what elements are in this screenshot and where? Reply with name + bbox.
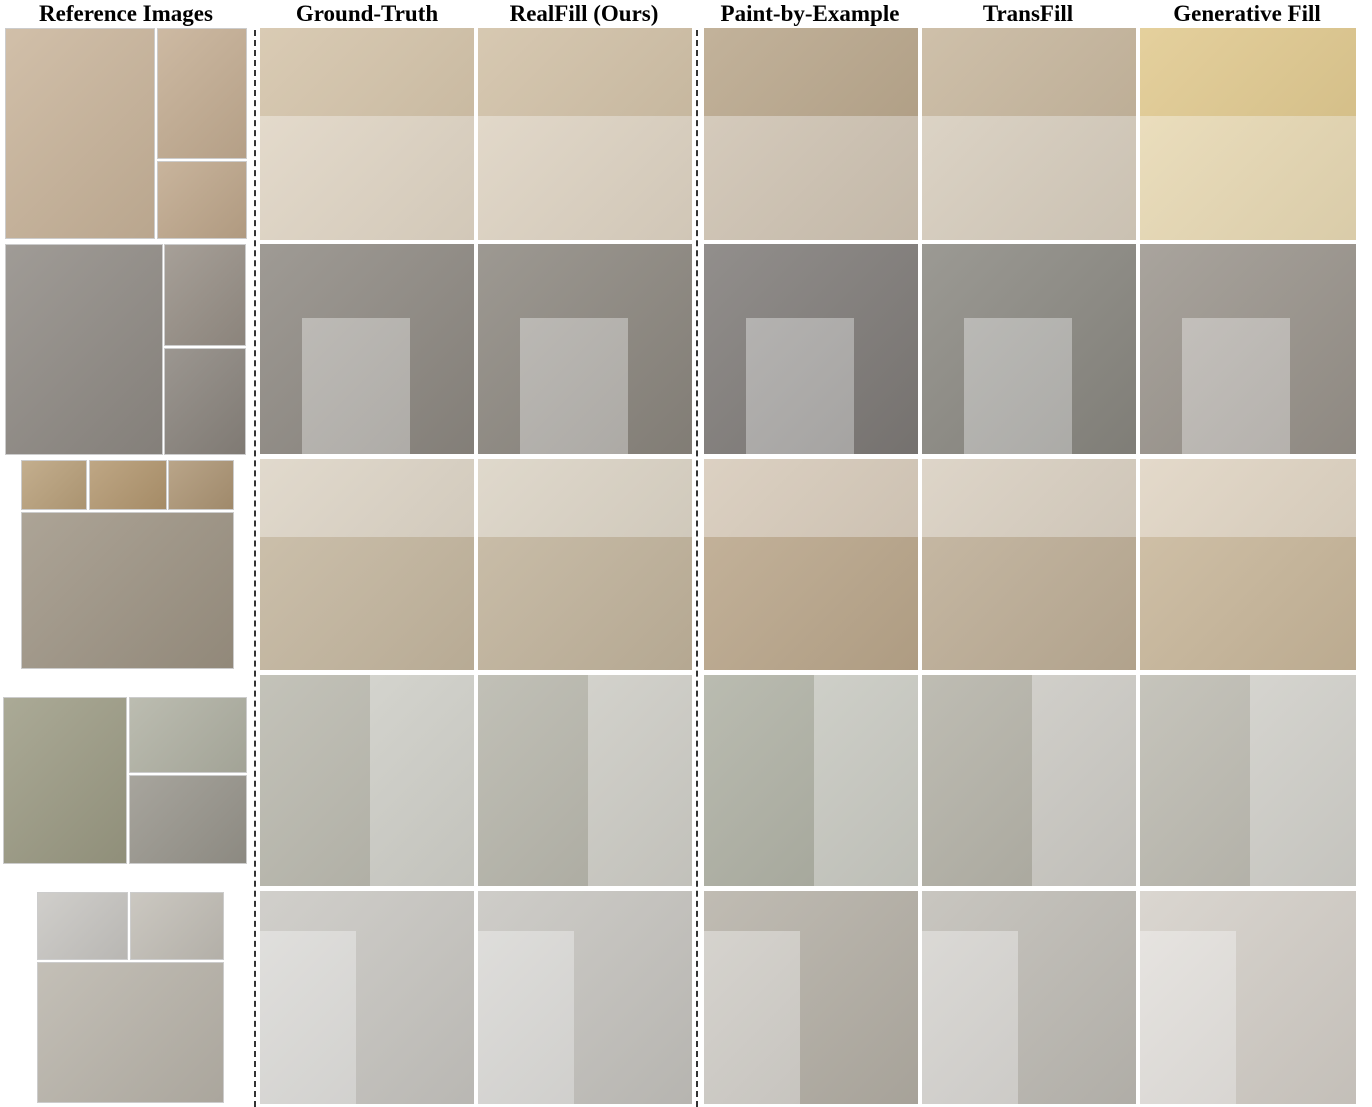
paint-by-example-image-row5 bbox=[704, 891, 918, 1104]
reference-image-row1-b bbox=[157, 161, 247, 239]
header-reference-images: Reference Images bbox=[39, 1, 213, 26]
reference-image-row4-main bbox=[3, 697, 127, 864]
header-paint-by-example: Paint-by-Example bbox=[720, 1, 900, 26]
transfill-image-row4 bbox=[922, 675, 1136, 886]
reference-image-row2-b bbox=[164, 348, 246, 455]
paint-by-example-image-row4 bbox=[704, 675, 918, 886]
realfill-image-row4 bbox=[478, 675, 692, 886]
header-ground-truth: Ground-Truth bbox=[295, 1, 439, 26]
reference-image-row5-b bbox=[130, 892, 224, 960]
reference-image-row4-a bbox=[129, 697, 247, 773]
reference-image-row3-c bbox=[168, 460, 234, 510]
header-realfill: RealFill (Ours) bbox=[509, 1, 659, 26]
generative-fill-image-row4 bbox=[1140, 675, 1356, 886]
separator-baselines bbox=[696, 30, 698, 1107]
separator-reference bbox=[254, 30, 256, 1107]
reference-image-row1-main bbox=[5, 28, 155, 239]
generative-fill-image-row5 bbox=[1140, 891, 1356, 1104]
transfill-image-row1 bbox=[922, 28, 1136, 240]
header-generative-fill: Generative Fill bbox=[1173, 1, 1321, 26]
ground-truth-image-row2 bbox=[260, 244, 474, 454]
reference-image-row4-b bbox=[129, 775, 247, 864]
reference-image-row3-main bbox=[21, 512, 234, 669]
realfill-image-row3 bbox=[478, 459, 692, 670]
reference-image-row2-a bbox=[164, 244, 246, 346]
ground-truth-image-row3 bbox=[260, 459, 474, 670]
transfill-image-row2 bbox=[922, 244, 1136, 454]
transfill-image-row3 bbox=[922, 459, 1136, 670]
generative-fill-image-row3 bbox=[1140, 459, 1356, 670]
reference-image-row3-b bbox=[89, 460, 167, 510]
generative-fill-image-row1 bbox=[1140, 28, 1356, 240]
reference-image-row5-a bbox=[37, 892, 128, 960]
generative-fill-image-row2 bbox=[1140, 244, 1356, 454]
ground-truth-image-row1 bbox=[260, 28, 474, 240]
reference-image-row2-main bbox=[5, 244, 163, 455]
reference-image-row1-a bbox=[157, 28, 247, 159]
ground-truth-image-row5 bbox=[260, 891, 474, 1104]
paint-by-example-image-row2 bbox=[704, 244, 918, 454]
paint-by-example-image-row1 bbox=[704, 28, 918, 240]
paint-by-example-image-row3 bbox=[704, 459, 918, 670]
realfill-image-row1 bbox=[478, 28, 692, 240]
realfill-image-row2 bbox=[478, 244, 692, 454]
reference-image-row5-main bbox=[37, 962, 224, 1103]
reference-image-row3-a bbox=[21, 460, 87, 510]
ground-truth-image-row4 bbox=[260, 675, 474, 886]
transfill-image-row5 bbox=[922, 891, 1136, 1104]
header-transfill: TransFill bbox=[982, 1, 1074, 26]
realfill-image-row5 bbox=[478, 891, 692, 1104]
